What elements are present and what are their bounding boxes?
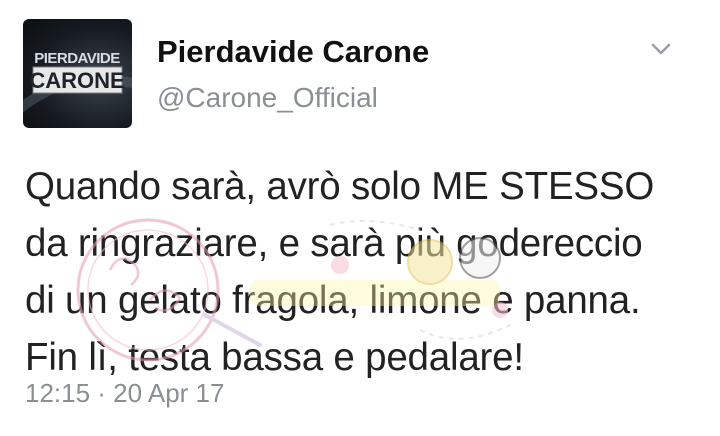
tweet-text-line: da ringraziare, e sarà più godereccio [25, 222, 643, 265]
tweet-text-line: di un gelato fragola, limone e panna. [25, 279, 641, 322]
tweet-text: Quando sarà, avrò solo ME STESSO da ring… [25, 158, 705, 386]
avatar-line-2: CARONE [29, 68, 124, 93]
tweet-text-line: Quando sarà, avrò solo ME STESSO [25, 165, 655, 208]
tweet-timestamp[interactable]: 12:15 · 20 Apr 17 [25, 378, 224, 409]
avatar[interactable]: PIERDAVIDE CARONE [23, 19, 132, 128]
avatar-line-1: PIERDAVIDE [34, 50, 120, 67]
avatar-logo: PIERDAVIDE CARONE [23, 50, 132, 113]
chevron-down-icon[interactable] [648, 38, 674, 60]
display-name[interactable]: Pierdavide Carone [157, 34, 429, 70]
user-handle[interactable]: @Carone_Official [157, 82, 378, 114]
tweet-card: PIERDAVIDE CARONE Pierdavide Carone @Car… [0, 0, 720, 436]
